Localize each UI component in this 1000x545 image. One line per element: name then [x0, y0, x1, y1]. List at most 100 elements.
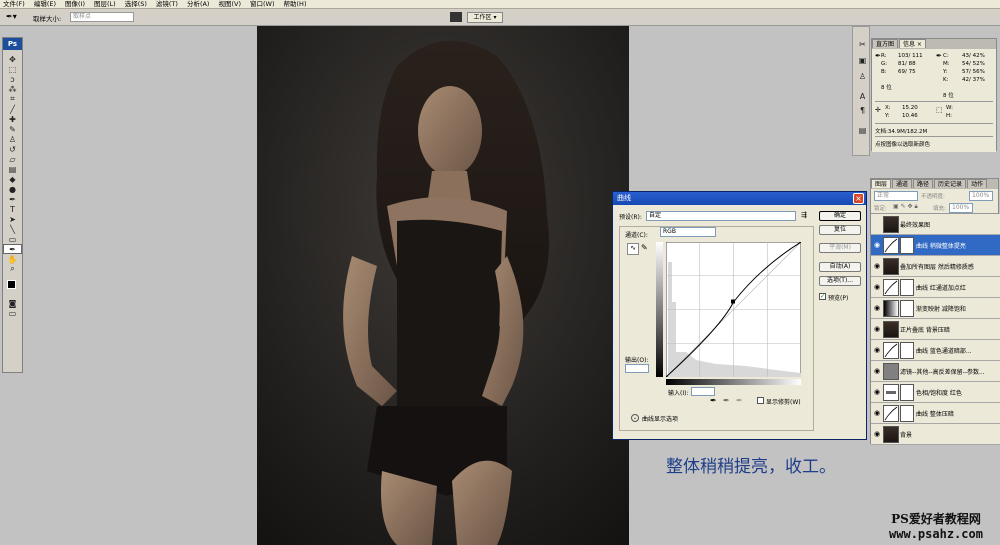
preview-checkbox[interactable]: ✓	[819, 293, 826, 300]
layer-row[interactable]: ◉ 正片叠底 背景压暗	[871, 319, 1000, 340]
magic-wand-icon[interactable]: ⁂	[3, 84, 22, 94]
menu-item[interactable]: 视图(V)	[218, 0, 241, 9]
dodge-tool-icon[interactable]: ●	[3, 184, 22, 194]
layer-row[interactable]: ◉ 渐变映射 减降饱和	[871, 298, 1000, 319]
sample-size-select[interactable]: 取样点	[70, 12, 134, 22]
blur-tool-icon[interactable]: ◆	[3, 174, 22, 184]
curve-edit-icon[interactable]: ∿	[627, 243, 639, 255]
fill-field[interactable]: 100%	[949, 203, 973, 213]
visibility-eye-icon[interactable]: ◉	[871, 430, 883, 438]
menu-item[interactable]: 帮助(H)	[284, 0, 307, 9]
tools-preset-icon[interactable]: ✂	[853, 39, 872, 49]
workspace-icon[interactable]	[450, 12, 462, 22]
ok-button[interactable]: 确定	[819, 211, 861, 221]
layer-row[interactable]: ◉ 叠加所有图层 然后精修质感	[871, 256, 1000, 277]
visibility-eye-icon[interactable]: ◉	[871, 346, 883, 354]
show-clip-checkbox[interactable]	[757, 397, 764, 404]
visibility-eye-icon[interactable]: ◉	[871, 262, 883, 270]
opacity-field[interactable]: 100%	[969, 191, 993, 201]
layer-comps-icon[interactable]: ▤	[853, 125, 872, 135]
layers-tab[interactable]: 历史记录	[934, 179, 967, 188]
gradient-tool-icon[interactable]: ▤	[3, 164, 22, 174]
menu-item[interactable]: 选择(S)	[125, 0, 147, 9]
layers-tab[interactable]: 图层	[871, 179, 892, 188]
marquee-tool-icon[interactable]: ⬚	[3, 64, 22, 74]
visibility-eye-icon[interactable]: ◉	[871, 283, 883, 291]
smooth-button[interactable]: 平滑(M)	[819, 243, 861, 253]
layer-row[interactable]: ◉ 色相/饱和度 红色	[871, 382, 1000, 403]
lock-icons[interactable]: ▣ ✎ ✥ 🔒︎	[893, 203, 918, 211]
move-tool-icon[interactable]: ✥	[3, 54, 22, 64]
paragraph-icon[interactable]: ¶	[853, 105, 872, 115]
eyedropper-icon[interactable]: ✒▾	[6, 12, 17, 21]
layers-tab[interactable]: 路径	[913, 179, 934, 188]
visibility-eye-icon[interactable]: ◉	[871, 325, 883, 333]
color-swatches[interactable]	[3, 274, 22, 298]
path-select-icon[interactable]: ➤	[3, 214, 22, 224]
stamp-panel-icon[interactable]: ♙	[853, 71, 872, 81]
layers-tab[interactable]: 通道	[892, 179, 913, 188]
menu-item[interactable]: 分析(A)	[187, 0, 210, 9]
layer-row[interactable]: ◉ 曲线 蓝色通道暗部...	[871, 340, 1000, 361]
menu-item[interactable]: 图层(L)	[94, 0, 116, 9]
input-field[interactable]	[691, 387, 715, 396]
visibility-eye-icon[interactable]: ◉	[871, 367, 883, 375]
white-eyedropper-icon[interactable]: ✒	[736, 396, 743, 405]
zoom-tool-icon[interactable]: ⌕	[3, 264, 22, 274]
close-icon[interactable]: ×	[853, 193, 864, 204]
layers-tab[interactable]: 动作	[967, 179, 988, 188]
eraser-tool-icon[interactable]: ▱	[3, 154, 22, 164]
tab-info[interactable]: 信息 ×	[899, 39, 926, 48]
options-button[interactable]: 选项(T)...	[819, 276, 861, 286]
foreground-color[interactable]	[7, 280, 16, 289]
visibility-eye-icon[interactable]: ◉	[871, 409, 883, 417]
pen-tool-icon[interactable]: ✒	[3, 194, 22, 204]
curve-graph[interactable]	[666, 242, 801, 377]
crop-tool-icon[interactable]: ⌗	[3, 94, 22, 104]
type-tool-icon[interactable]: T	[3, 204, 22, 214]
shape-tool-icon[interactable]: ╲	[3, 224, 22, 234]
gray-eyedropper-icon[interactable]: ✒	[723, 396, 730, 405]
lasso-tool-icon[interactable]: ↄ	[3, 74, 22, 84]
menu-item[interactable]: 编辑(E)	[34, 0, 56, 9]
pencil-icon[interactable]: ✎	[641, 243, 648, 252]
notes-tool-icon[interactable]: ▭	[3, 234, 22, 244]
stamp-tool-icon[interactable]: ♙	[3, 134, 22, 144]
brush-tool-icon[interactable]: ✎	[3, 124, 22, 134]
hand-tool-icon[interactable]: ✋	[3, 254, 22, 264]
preset-options-icon[interactable]: ⇶	[801, 211, 807, 219]
menu-item[interactable]: 滤镜(T)	[156, 0, 178, 9]
eyedropper-tool-icon[interactable]: ✒	[3, 244, 22, 254]
menu-item[interactable]: 文件(F)	[3, 0, 25, 9]
layer-row[interactable]: ◉ 曲线 红通道加点红	[871, 277, 1000, 298]
dialog-titlebar[interactable]: 曲线 ×	[613, 192, 866, 205]
visibility-eye-icon[interactable]: ◉	[871, 241, 883, 249]
workspace-button[interactable]: 工作区 ▾	[467, 12, 503, 23]
slice-tool-icon[interactable]: ╱	[3, 104, 22, 114]
auto-button[interactable]: 自动(A)	[819, 262, 861, 272]
layer-row[interactable]: ◉ 背景	[871, 424, 1000, 445]
expand-options-icon[interactable]: ⌄	[631, 414, 639, 422]
channel-select[interactable]: RGB	[660, 227, 716, 237]
brushes-icon[interactable]: ▣	[853, 55, 872, 65]
history-brush-icon[interactable]: ↺	[3, 144, 22, 154]
black-eyedropper-icon[interactable]: ✒	[710, 396, 717, 405]
layer-row[interactable]: ◉ 滤镜--其他--高反差保留--参数...	[871, 361, 1000, 382]
screen-mode-icon[interactable]: ▭	[3, 308, 22, 318]
menu-item[interactable]: 窗口(W)	[250, 0, 275, 9]
blend-mode-select[interactable]: 正常	[874, 191, 918, 201]
visibility-eye-icon[interactable]: ◉	[871, 388, 883, 396]
menu-item[interactable]: 图像(I)	[65, 0, 85, 9]
visibility-eye-icon[interactable]: ◉	[871, 304, 883, 312]
quick-mask-icon[interactable]: ◙	[3, 298, 22, 308]
document-canvas[interactable]	[257, 26, 629, 545]
preset-select[interactable]: 自定	[646, 211, 796, 221]
output-field[interactable]	[625, 364, 649, 373]
layer-row[interactable]: 最终效果图	[871, 214, 1000, 235]
layer-row[interactable]: ◉ 曲线 整体压暗	[871, 403, 1000, 424]
reset-button[interactable]: 复位	[819, 225, 861, 235]
tab-histogram[interactable]: 直方图	[872, 39, 899, 48]
character-icon[interactable]: A	[853, 91, 872, 101]
layer-row[interactable]: ◉ 曲线 稍微整体提亮	[871, 235, 1000, 256]
healing-brush-icon[interactable]: ✚	[3, 114, 22, 124]
